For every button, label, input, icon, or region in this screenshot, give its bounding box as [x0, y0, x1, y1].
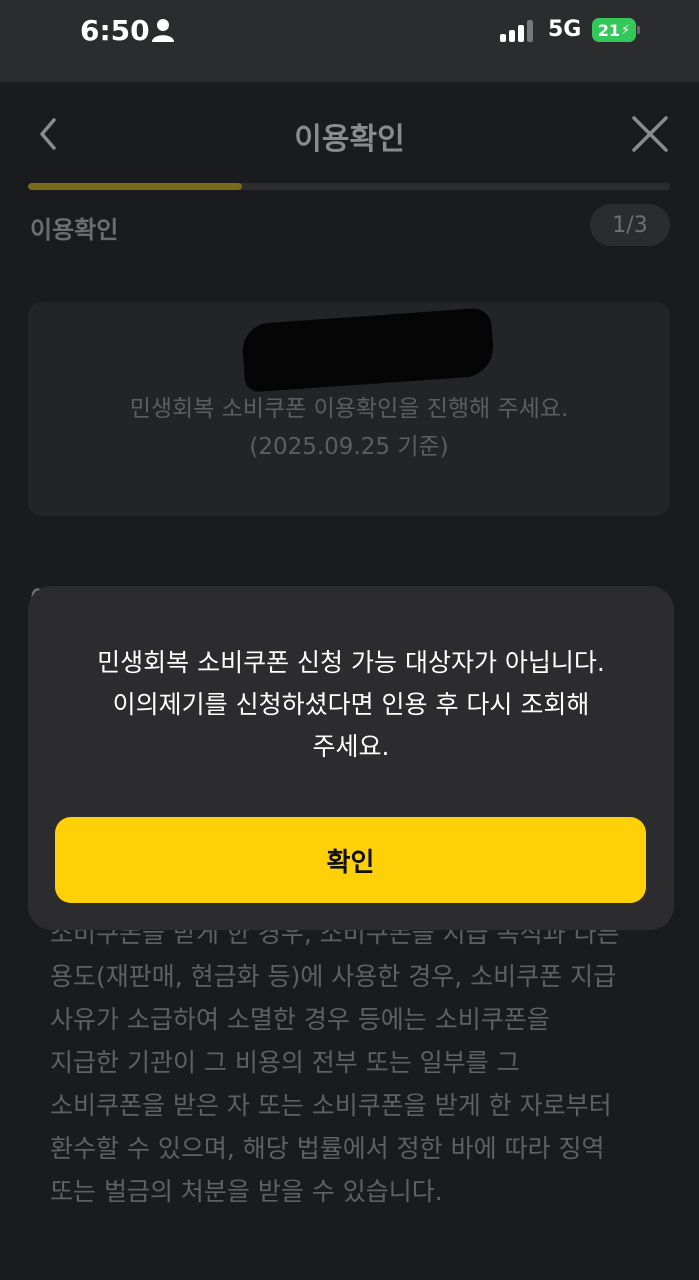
network-label: 5G	[548, 17, 582, 42]
notice-line: 사유가 소급하여 소멸한 경우 등에는 소비쿠폰을	[50, 1005, 550, 1034]
status-time: 6:50	[80, 14, 150, 47]
card-text: 민생회복 소비쿠폰 이용확인을 진행해 주세요. (2025.09.25 기준)	[28, 390, 670, 466]
dialog-message-line: 이의제기를 신청하셨다면 인용 후 다시 조회해	[112, 690, 590, 719]
battery-level: 21	[597, 20, 621, 40]
charging-bolt-icon: ⚡	[621, 22, 631, 38]
notice-line: 소비쿠폰을 받은 자 또는 소비쿠폰을 받게 한 자로부터	[50, 1091, 612, 1120]
battery-cap	[637, 26, 640, 34]
info-card: 민생회복 소비쿠폰 이용확인을 진행해 주세요. (2025.09.25 기준)	[28, 302, 670, 516]
person-icon	[152, 19, 174, 42]
section-title: 이용확인	[30, 216, 119, 244]
dialog-message: 민생회복 소비쿠폰 신청 가능 대상자가 아닙니다. 이의제기를 신청하셨다면 …	[68, 642, 634, 768]
notice-body: 소비쿠폰을 받게 한 경우, 소비쿠폰을 지급 목적과 다른 용도(재판매, 현…	[50, 912, 670, 1213]
nav-bar: 이용확인	[0, 82, 699, 182]
step-badge: 1/3	[590, 204, 670, 246]
dialog-message-line: 주세요.	[312, 732, 390, 761]
notice-line: 지급한 기관이 그 비용의 전부 또는 일부를 그	[50, 1048, 520, 1077]
card-text-date: (2025.09.25 기준)	[249, 434, 449, 460]
notice-line: 용도(재판매, 현금화 등)에 사용한 경우, 소비쿠폰 지급	[50, 962, 617, 991]
card-text-line1: 민생회복 소비쿠폰 이용확인을 진행해 주세요.	[129, 396, 569, 422]
status-bar: 6:50 5G 21 ⚡	[0, 0, 699, 82]
close-button[interactable]	[628, 112, 672, 156]
notice-line: 환수할 수 있으며, 해당 법률에서 정한 바에 따라 징역	[50, 1134, 605, 1163]
notice-line: 또는 벌금의 처분을 받을 수 있습니다.	[50, 1177, 443, 1206]
signal-icon	[500, 20, 533, 42]
page-title: 이용확인	[294, 122, 405, 157]
confirm-button[interactable]: 확인	[55, 817, 646, 903]
alert-dialog: 민생회복 소비쿠폰 신청 가능 대상자가 아닙니다. 이의제기를 신청하셨다면 …	[28, 586, 674, 930]
redacted-name	[240, 307, 496, 393]
progress-bar	[28, 183, 670, 190]
close-icon	[632, 116, 668, 152]
progress-fill	[28, 183, 242, 190]
dialog-message-line: 민생회복 소비쿠폰 신청 가능 대상자가 아닙니다.	[97, 648, 605, 677]
battery-icon: 21 ⚡	[592, 18, 636, 42]
